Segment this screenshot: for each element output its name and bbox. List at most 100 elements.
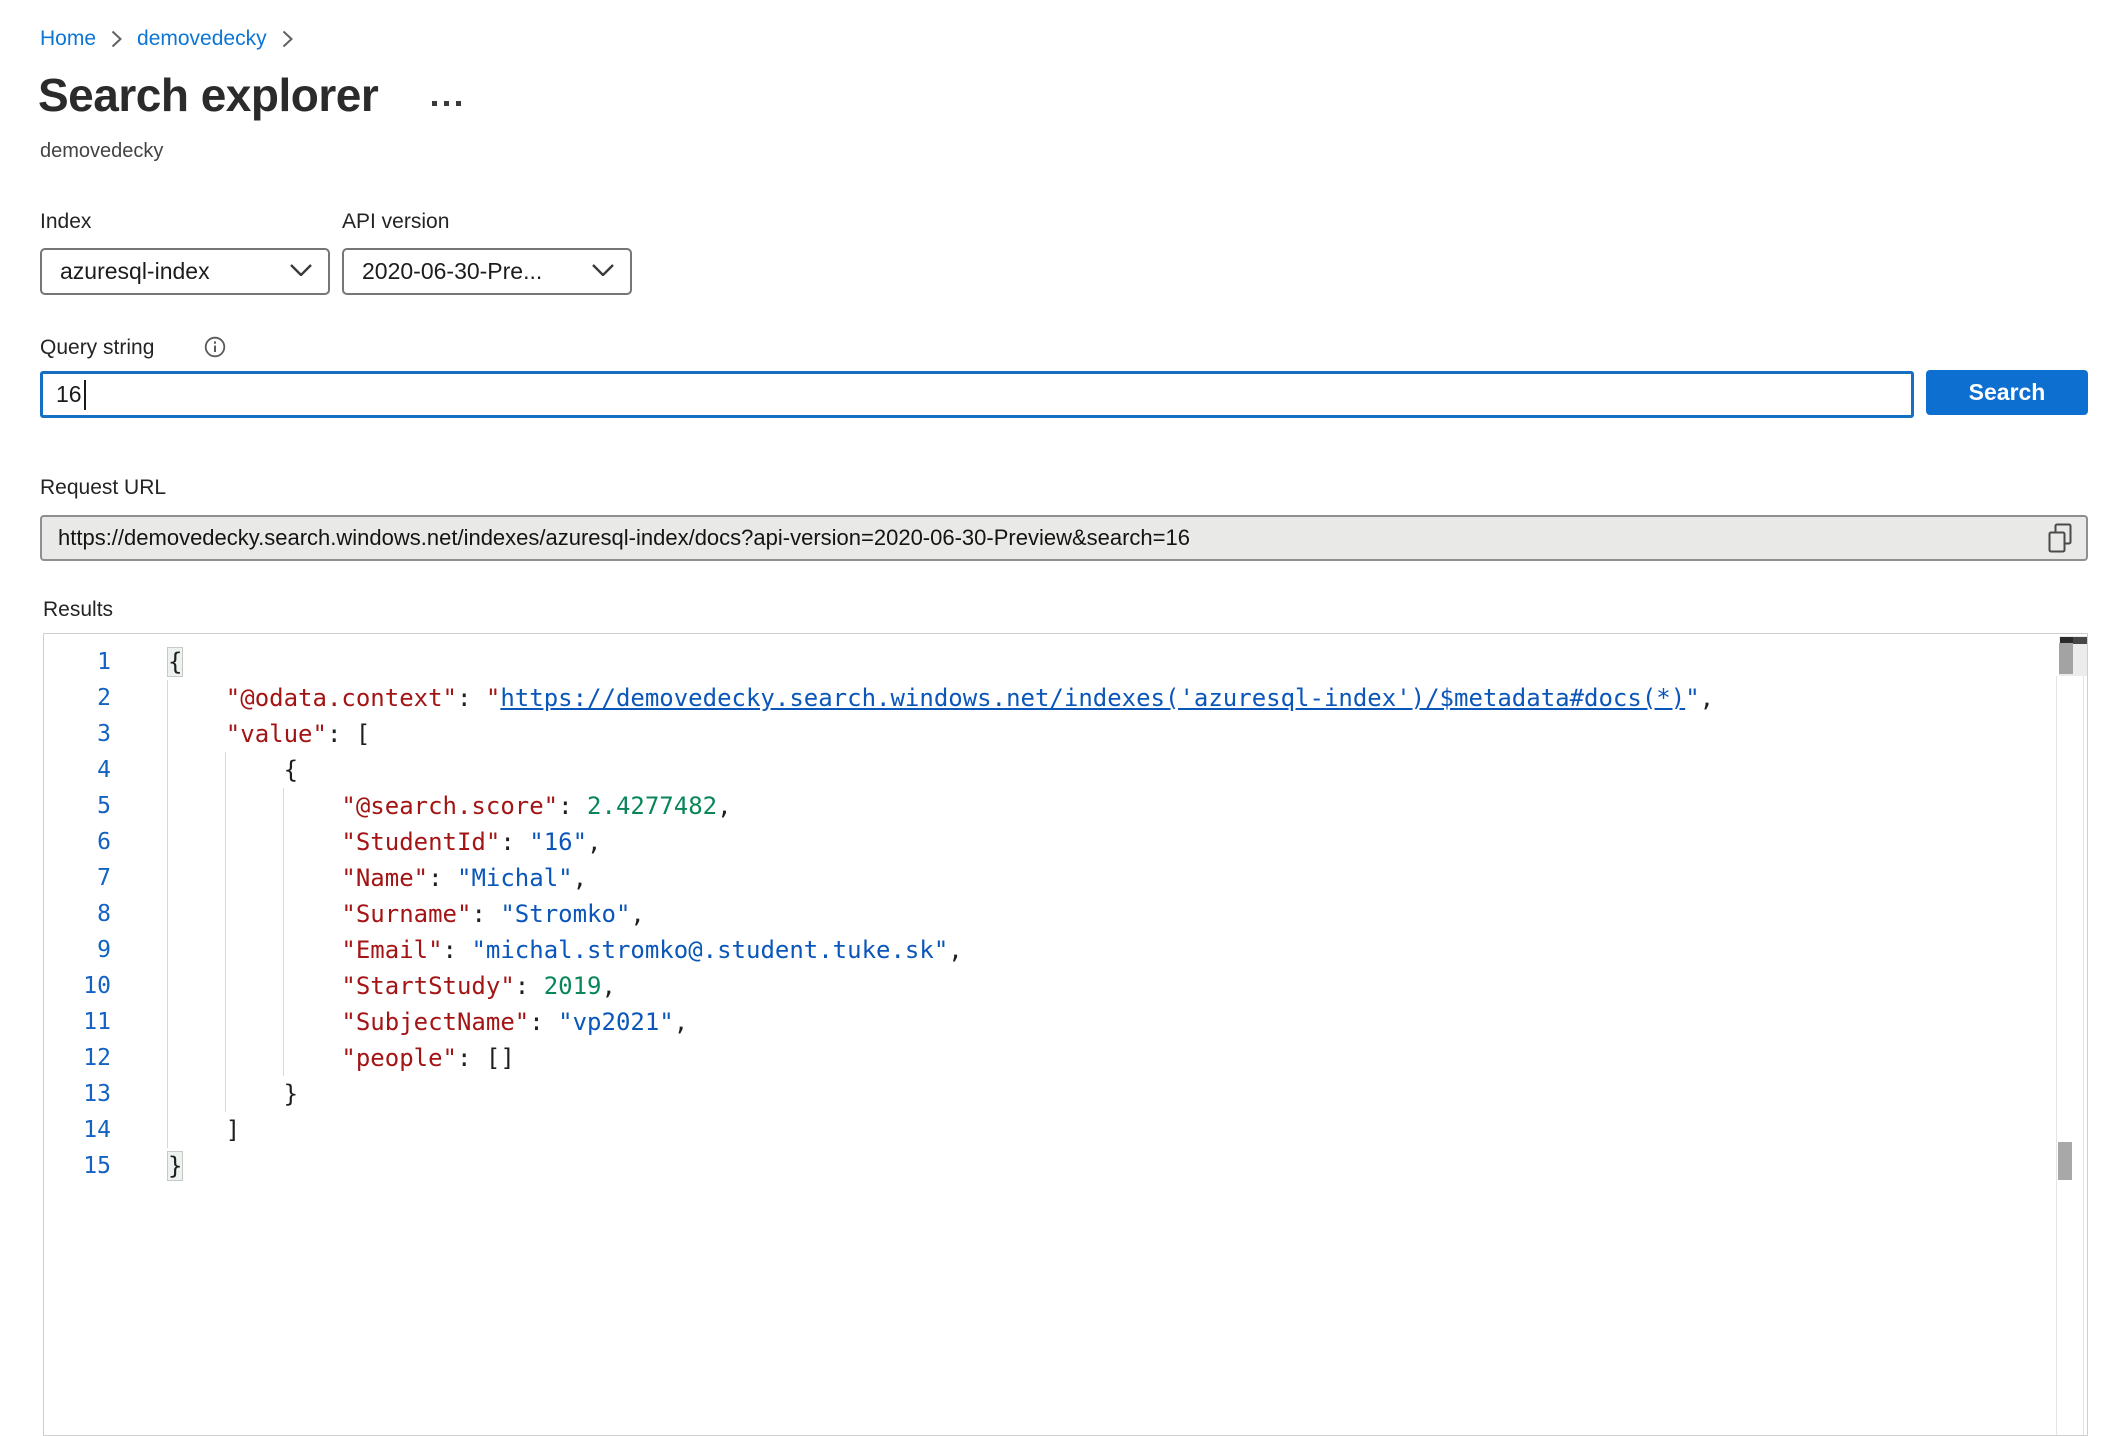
- json-token: {: [168, 648, 182, 676]
- line-number: 3: [44, 716, 111, 752]
- json-token: : []: [457, 1044, 515, 1072]
- json-token: [168, 828, 341, 856]
- json-token: "vp2021": [558, 1008, 674, 1036]
- json-token: "@search.score": [341, 792, 558, 820]
- ellipsis-icon: [456, 101, 461, 106]
- api-version-select[interactable]: 2020-06-30-Pre...: [342, 248, 632, 295]
- copy-icon[interactable]: [2046, 523, 2074, 560]
- code-line: 5 "@search.score": 2.4277482,: [44, 788, 2087, 824]
- json-token: 2019: [544, 972, 602, 1000]
- json-token: "Stromko": [500, 900, 630, 928]
- scrollbar-thumb[interactable]: [2058, 1142, 2072, 1180]
- request-url-value: https://demovedecky.search.windows.net/i…: [58, 525, 2030, 551]
- page-subtitle: demovedecky: [40, 140, 163, 163]
- json-token: ,: [948, 936, 962, 964]
- line-number: 15: [44, 1148, 111, 1184]
- line-number: 1: [44, 644, 111, 680]
- json-token: ]: [168, 1116, 240, 1144]
- breadcrumb-chevron-icon: [111, 30, 122, 48]
- json-token: [168, 864, 341, 892]
- json-token: ,: [717, 792, 731, 820]
- scrollbar-track-line: [2083, 676, 2084, 1435]
- code-line: 3 "value": [: [44, 716, 2087, 752]
- json-token: {: [168, 756, 298, 784]
- json-token: :: [529, 1008, 558, 1036]
- scrollbar-track-line: [2056, 676, 2057, 1435]
- code-line: 13 }: [44, 1076, 2087, 1112]
- line-number: 2: [44, 680, 111, 716]
- json-token: [168, 1008, 341, 1036]
- index-label: Index: [40, 210, 91, 234]
- search-button[interactable]: Search: [1926, 370, 2088, 415]
- ellipsis-icon: [444, 101, 449, 106]
- code-line: 7 "Name": "Michal",: [44, 860, 2087, 896]
- json-token: ": [486, 684, 500, 712]
- json-token: [168, 936, 341, 964]
- line-number: 6: [44, 824, 111, 860]
- json-token: "michal.stromko@.student.tuke.sk": [471, 936, 948, 964]
- json-token: ,: [573, 864, 587, 892]
- json-token: "SubjectName": [341, 1008, 529, 1036]
- json-token: [168, 900, 341, 928]
- json-token: ,: [1700, 684, 1714, 712]
- json-token: :: [500, 828, 529, 856]
- scrollbar-thumb[interactable]: [2059, 643, 2073, 674]
- index-select-value: azuresql-index: [60, 258, 290, 285]
- json-token: "value": [226, 720, 327, 748]
- json-token: [168, 792, 341, 820]
- page-title: Search explorer: [38, 68, 378, 122]
- json-token: :: [457, 684, 486, 712]
- line-number: 7: [44, 860, 111, 896]
- json-token: :: [515, 972, 544, 1000]
- json-token: }: [168, 1152, 182, 1180]
- code-line: 1{: [44, 644, 2087, 680]
- json-token: [168, 720, 226, 748]
- request-url-field[interactable]: https://demovedecky.search.windows.net/i…: [40, 515, 2088, 561]
- line-number: 10: [44, 968, 111, 1004]
- json-token: "people": [341, 1044, 457, 1072]
- more-menu-button[interactable]: [428, 97, 465, 110]
- code-line: 2 "@odata.context": "https://demovedecky…: [44, 680, 2087, 716]
- chevron-down-icon: [290, 263, 312, 281]
- index-select[interactable]: azuresql-index: [40, 248, 330, 295]
- json-token: "Name": [341, 864, 428, 892]
- json-token: :: [471, 900, 500, 928]
- json-token: ,: [674, 1008, 688, 1036]
- search-explorer-page: Home demovedecky Search explorer demoved…: [0, 0, 2102, 1436]
- json-token: "16": [529, 828, 587, 856]
- json-token: "Surname": [341, 900, 471, 928]
- code-line: 12 "people": []: [44, 1040, 2087, 1076]
- json-token: ,: [601, 972, 615, 1000]
- query-string-value: 16: [56, 381, 82, 408]
- text-cursor: [84, 380, 86, 410]
- json-token: "StartStudy": [341, 972, 514, 1000]
- json-token: [168, 1044, 341, 1072]
- line-number: 4: [44, 752, 111, 788]
- request-url-label: Request URL: [40, 476, 166, 500]
- chevron-down-icon: [592, 263, 614, 281]
- json-token: "@odata.context": [226, 684, 457, 712]
- ellipsis-icon: [432, 101, 437, 106]
- json-token: "StudentId": [341, 828, 500, 856]
- json-token: "Email": [341, 936, 442, 964]
- line-number: 9: [44, 932, 111, 968]
- code-line: 10 "StartStudy": 2019,: [44, 968, 2087, 1004]
- json-link[interactable]: https://demovedecky.search.windows.net/i…: [500, 684, 1685, 712]
- breadcrumb-link-demovedecky[interactable]: demovedecky: [137, 27, 267, 51]
- breadcrumb: Home demovedecky: [40, 24, 293, 54]
- breadcrumb-link-home[interactable]: Home: [40, 27, 96, 51]
- results-code: 1{2 "@odata.context": "https://demovedec…: [44, 634, 2087, 1435]
- json-token: }: [168, 1080, 298, 1108]
- line-number: 14: [44, 1112, 111, 1148]
- api-version-select-value: 2020-06-30-Pre...: [362, 258, 592, 285]
- query-string-input[interactable]: 16: [40, 371, 1914, 418]
- api-version-label: API version: [342, 210, 449, 234]
- json-token: ,: [587, 828, 601, 856]
- json-token: "Michal": [457, 864, 573, 892]
- json-token: :: [443, 936, 472, 964]
- info-icon[interactable]: [204, 336, 226, 363]
- code-line: 14 ]: [44, 1112, 2087, 1148]
- results-editor[interactable]: 1{2 "@odata.context": "https://demovedec…: [43, 633, 2088, 1436]
- query-string-label: Query string: [40, 336, 154, 360]
- line-number: 5: [44, 788, 111, 824]
